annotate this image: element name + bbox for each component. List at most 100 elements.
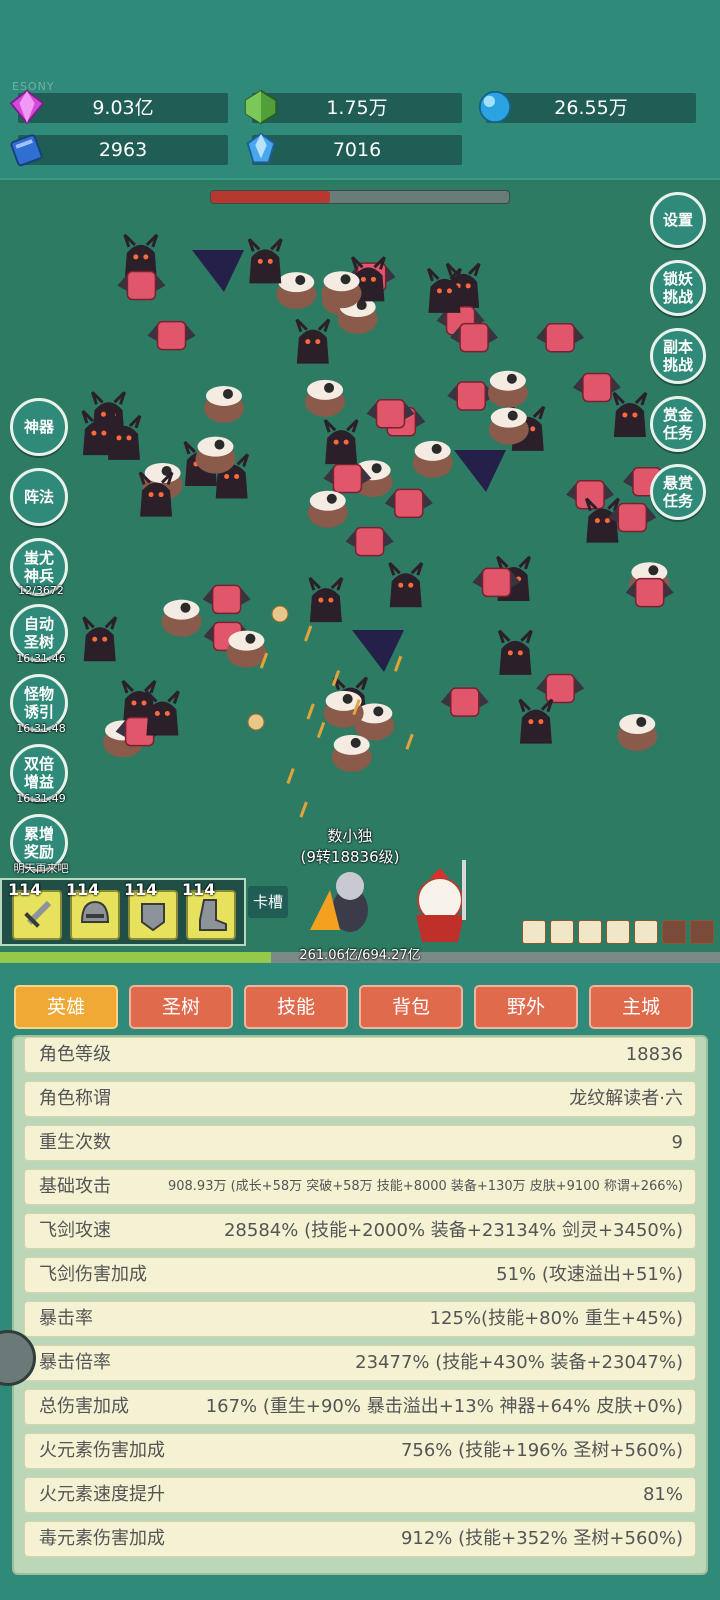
equipment-slot-helmet[interactable]: 114: [66, 880, 120, 940]
formation-button[interactable]: 阵法: [10, 468, 68, 526]
dungeon-challenge-button[interactable]: 副本 挑战: [650, 328, 706, 384]
main-tab-bar: 英雄 圣树 技能 背包 野外 主城: [0, 965, 720, 1033]
tab-backpack[interactable]: 背包: [359, 985, 463, 1029]
tab-wild[interactable]: 野外: [474, 985, 578, 1029]
currency-shard: 7016: [246, 132, 462, 165]
stat-value: 龙纹解读者·六: [569, 1088, 683, 1109]
monster-dark: [323, 419, 359, 465]
stat-row: 飞剑伤害加成 51% (攻速溢出+51%): [24, 1257, 696, 1293]
card-slot-button[interactable]: 卡槽: [248, 886, 288, 918]
monster-fluffy: [323, 690, 364, 728]
stat-value: 23477% (技能+430% 装备+23047%): [355, 1352, 683, 1373]
stat-row: 角色等级 18836: [24, 1037, 696, 1073]
monster-fluffy: [331, 734, 372, 772]
vortex-effect: [454, 450, 506, 492]
hero-name: 数小独: [327, 827, 373, 845]
bottom-strip: [0, 1575, 720, 1600]
currency-orb: 26.55万: [478, 90, 696, 124]
monster-lure-timer: 16:31:48: [16, 722, 66, 735]
monster-red: [566, 480, 615, 510]
equipment-slot-sword[interactable]: 114: [8, 880, 62, 940]
demon-lock-challenge-button[interactable]: 锁妖 挑战: [650, 260, 706, 316]
monster-fluffy: [226, 630, 267, 668]
coin: [271, 605, 289, 623]
monster-red: [384, 488, 433, 519]
stat-value: 18836: [625, 1044, 683, 1065]
stat-value: 28584% (技能+2000% 装备+23134% 剑灵+3450%): [223, 1220, 683, 1241]
flying-sword: [306, 703, 315, 720]
stat-value: 81%: [642, 1484, 683, 1505]
monster-dark: [247, 238, 283, 284]
buff-icons: [522, 920, 714, 944]
stat-row: 火元素伤害加成 756% (技能+196% 圣树+560%): [24, 1433, 696, 1469]
monster-dark: [497, 629, 533, 675]
hero-stats-panel: 角色等级 18836 角色称谓 龙纹解读者·六 重生次数 9 基础攻击 908.93万 …: [12, 1035, 708, 1575]
hero-sprite: [310, 860, 466, 942]
monster-red: [572, 372, 621, 403]
buff-icon: [606, 920, 630, 944]
monster-dark: [427, 267, 462, 313]
stat-label: 飞剑伤害加成: [39, 1264, 147, 1285]
flying-sword: [393, 655, 403, 672]
stat-label: 角色等级: [39, 1044, 111, 1065]
stat-row: 暴击率 125%(技能+80% 重生+45%): [24, 1301, 696, 1337]
experience-text: 261.06亿/694.27亿: [299, 948, 421, 963]
tab-sacred-tree[interactable]: 圣树: [129, 985, 233, 1029]
auto-sacred-tree-timer: 16:31:46: [16, 652, 66, 665]
monster-fluffy: [487, 370, 528, 408]
monster-red: [447, 381, 496, 411]
bounty-gold-task-button[interactable]: 赏金 任务: [650, 396, 706, 452]
stat-label: 火元素速度提升: [39, 1484, 165, 1505]
monster-dark: [82, 616, 118, 662]
monster-red: [345, 526, 394, 557]
resource-bar: ESONY 9.03亿 1.75万 26.55万 2963 7016: [0, 0, 720, 178]
monster-dark: [295, 318, 331, 364]
buff-icon: [662, 920, 686, 944]
vortex-effect: [192, 250, 244, 292]
monster-red: [147, 320, 196, 351]
flying-sword: [286, 767, 295, 785]
tab-main-city[interactable]: 主城: [589, 985, 693, 1029]
monster-fluffy: [488, 407, 529, 445]
chiyou-weapon-counter: 12/3672: [18, 584, 64, 597]
stat-row: 角色称谓 龙纹解读者·六: [24, 1081, 696, 1117]
monster-red: [117, 270, 166, 301]
buff-icon: [522, 920, 546, 944]
flying-sword: [405, 733, 414, 750]
buff-icon: [690, 920, 714, 944]
monster-dark: [106, 414, 142, 460]
stat-value: 51% (攻速溢出+51%): [496, 1264, 683, 1285]
blue-book-icon: [10, 134, 43, 167]
battlefield: 设置 锁妖 挑战 副本 挑战 赏金 任务 悬赏 任务 神器 阵法 蚩尤 神兵 1…: [0, 178, 720, 963]
flying-sword: [304, 625, 313, 642]
monster-red: [536, 322, 585, 353]
stat-label: 火元素伤害加成: [39, 1440, 165, 1461]
blue-shard-icon: [246, 132, 276, 164]
purple-gem-icon: [9, 89, 45, 125]
equipment-slot-boots[interactable]: 114: [182, 880, 236, 940]
buff-icon: [578, 920, 602, 944]
cumulative-reward-status: 明天再来吧: [13, 862, 69, 875]
stat-label: 暴击率: [39, 1308, 93, 1329]
flying-sword: [316, 721, 326, 739]
monster-red: [536, 673, 585, 704]
stat-value: 9: [671, 1132, 683, 1153]
flying-sword: [299, 801, 308, 818]
stat-value: 125%(技能+80% 重生+45%): [429, 1308, 683, 1329]
settings-button[interactable]: 设置: [650, 192, 706, 248]
tab-skills[interactable]: 技能: [244, 985, 348, 1029]
monster-fluffy: [276, 272, 317, 310]
tab-hero[interactable]: 英雄: [14, 985, 118, 1029]
monster-dark: [308, 577, 344, 623]
monster-fluffy: [203, 385, 244, 423]
green-crystal-icon: [244, 89, 278, 125]
artifact-button[interactable]: 神器: [10, 398, 68, 456]
monster-dark: [388, 562, 424, 608]
reward-task-button[interactable]: 悬赏 任务: [650, 464, 706, 520]
equipment-slot-armor[interactable]: 114: [124, 880, 178, 940]
monster-dark: [518, 698, 554, 744]
double-boost-timer: 16:31:49: [16, 792, 66, 805]
monster-fluffy: [307, 490, 348, 528]
stat-row: 飞剑攻速 28584% (技能+2000% 装备+23134% 剑灵+3450%): [24, 1213, 696, 1249]
monster-fluffy: [321, 271, 362, 309]
